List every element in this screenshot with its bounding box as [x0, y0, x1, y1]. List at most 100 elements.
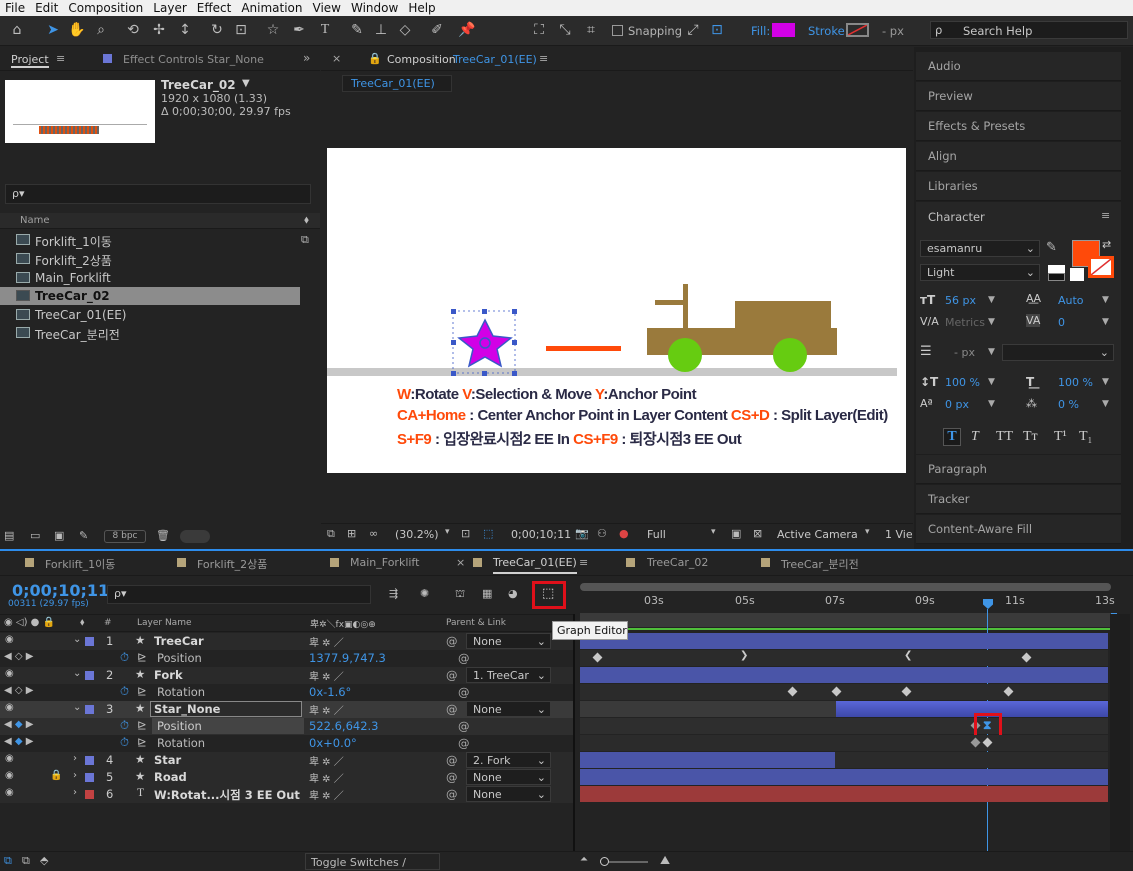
- faux-bold-button[interactable]: T: [943, 428, 961, 446]
- stopwatch-icon[interactable]: ⏱: [120, 718, 129, 733]
- libraries-panel[interactable]: Libraries: [916, 172, 1121, 201]
- keyframe[interactable]: [970, 737, 981, 748]
- interpret-footage-icon[interactable]: ▤: [4, 529, 14, 542]
- layer-label-color[interactable]: [85, 705, 94, 714]
- property-value[interactable]: 0x+0.0°: [309, 736, 357, 750]
- more-panels-icon[interactable]: »: [303, 51, 310, 65]
- project-item[interactable]: Forklift_1이동: [0, 231, 300, 249]
- menu-view[interactable]: View: [308, 1, 346, 15]
- baseline-shift-value[interactable]: 0 px: [945, 398, 969, 411]
- keyframe[interactable]: [592, 652, 603, 663]
- draft-3d-icon[interactable]: ✺: [420, 587, 429, 600]
- expand-chevron-icon[interactable]: ⌄: [73, 702, 81, 713]
- region-icon[interactable]: ⬚: [483, 527, 493, 540]
- snapshot-icon[interactable]: 📷: [575, 527, 589, 540]
- zoom-slider-handle[interactable]: [600, 857, 609, 866]
- keyframe-navigator[interactable]: ◀ ◇ ▶: [4, 685, 33, 696]
- stroke-swatch[interactable]: [846, 23, 869, 37]
- menu-effect[interactable]: Effect: [192, 1, 237, 15]
- property-value[interactable]: 522.6,642.3: [309, 719, 379, 733]
- lock-icon[interactable]: 🔒: [50, 770, 62, 781]
- chevron-down-icon[interactable]: ▼: [988, 377, 995, 387]
- menu-composition[interactable]: Composition: [63, 1, 148, 15]
- eyedropper-icon[interactable]: ✎: [1046, 240, 1057, 255]
- keyframe-ease-in[interactable]: ❯: [740, 650, 748, 661]
- keyframe-navigator[interactable]: ◀ ◇ ▶: [4, 651, 33, 662]
- trash-icon[interactable]: 🗑: [156, 529, 170, 542]
- composition-tab-label[interactable]: Composition: [387, 53, 456, 66]
- pen-tool-icon[interactable]: ✒: [290, 21, 308, 39]
- timeline-tab[interactable]: TreeCar_분리전: [781, 556, 859, 572]
- zoom-slider[interactable]: [600, 857, 648, 866]
- layer-bar[interactable]: [580, 633, 1108, 649]
- chevron-down-icon[interactable]: ▼: [988, 399, 995, 409]
- parent-link-header[interactable]: Parent & Link: [446, 618, 506, 628]
- preview-icon[interactable]: ⧉: [327, 527, 335, 541]
- eraser-tool-icon[interactable]: ◇: [396, 21, 414, 39]
- tsume-value[interactable]: 0 %: [1058, 398, 1079, 411]
- layer-name[interactable]: TreeCar: [154, 634, 204, 648]
- property-row[interactable]: ◀ ◆ ▶ ⏱ ⊵ Rotation 0x+0.0° @: [0, 735, 573, 752]
- expand-chevron-icon[interactable]: ›: [73, 753, 77, 764]
- parent-pickwhip-icon[interactable]: @: [446, 787, 458, 801]
- layer-switches[interactable]: 卑 ✲ ／: [309, 770, 344, 785]
- layer-bar[interactable]: [580, 769, 1108, 785]
- parent-pickwhip-icon[interactable]: @: [446, 702, 458, 716]
- menu-animation[interactable]: Animation: [236, 1, 307, 15]
- expand-chevron-icon[interactable]: ›: [73, 770, 77, 781]
- parent-dropdown[interactable]: None ⌄: [466, 701, 551, 717]
- timeline-tab[interactable]: Forklift_2상품: [197, 556, 267, 572]
- default-colors-white[interactable]: [1048, 265, 1065, 273]
- snapping-checkbox[interactable]: [612, 25, 623, 36]
- chevron-down-icon[interactable]: ▼: [988, 295, 995, 305]
- stopwatch-icon[interactable]: ⏱: [120, 650, 129, 665]
- timeline-tab[interactable]: Forklift_1이동: [45, 556, 115, 572]
- star-shape-tool-icon[interactable]: ☆: [264, 21, 282, 39]
- anchor-tool-icon[interactable]: ⊡: [232, 21, 250, 39]
- layer-bar[interactable]: [580, 667, 1108, 683]
- new-folder-icon[interactable]: ▭: [30, 529, 40, 542]
- parent-dropdown[interactable]: None ⌄: [466, 769, 551, 785]
- timeline-tab[interactable]: TreeCar_02: [647, 556, 708, 569]
- layer-name[interactable]: Road: [154, 770, 187, 784]
- default-colors-black[interactable]: [1048, 273, 1065, 281]
- menu-edit[interactable]: Edit: [30, 1, 63, 15]
- visibility-icon[interactable]: ◉: [5, 787, 14, 798]
- tracker-panel[interactable]: Tracker: [916, 485, 1121, 514]
- project-search-input[interactable]: ρ▾: [5, 184, 311, 204]
- tab-effect-controls[interactable]: Effect Controls Star_None: [123, 53, 264, 66]
- stroke-color-swatch[interactable]: [1088, 256, 1114, 278]
- frame-blending-icon[interactable]: ▦: [482, 587, 492, 600]
- keyframe-navigator[interactable]: ◀ ◆ ▶: [4, 719, 33, 730]
- selected-keyframe-icon[interactable]: ⧗: [983, 718, 991, 733]
- graph-icon[interactable]: ⊵: [137, 650, 147, 664]
- timeline-tab-active[interactable]: TreeCar_01(EE): [493, 556, 577, 574]
- lock-icon[interactable]: 🔒: [368, 52, 382, 65]
- keyframe[interactable]: [787, 686, 798, 697]
- align-panel[interactable]: Align: [916, 142, 1121, 171]
- layer-bar[interactable]: [580, 786, 1108, 802]
- comp-timecode[interactable]: 0;00;10;11: [511, 528, 571, 541]
- swap-colors-icon[interactable]: ⇄: [1102, 238, 1111, 251]
- hand-tool-icon[interactable]: ✋: [68, 21, 86, 39]
- keyframe-navigator[interactable]: ◀ ◆ ▶: [4, 736, 33, 747]
- zoom-in-icon[interactable]: ⛰: [660, 853, 670, 868]
- project-item[interactable]: TreeCar_01(EE): [0, 306, 300, 324]
- parent-dropdown[interactable]: 2. Fork ⌄: [466, 752, 551, 768]
- shy-layers-icon[interactable]: ⛫: [455, 587, 465, 602]
- subscript-button[interactable]: T₁: [1079, 429, 1092, 445]
- zoom-out-icon[interactable]: ⏶: [580, 854, 588, 865]
- close-tab-icon[interactable]: ×: [456, 556, 465, 569]
- resolution-dropdown[interactable]: Full: [647, 528, 666, 541]
- visibility-icon[interactable]: ◉: [5, 668, 14, 679]
- dolly-tool-icon[interactable]: ↕: [176, 21, 194, 39]
- project-item[interactable]: Forklift_2상품: [0, 250, 300, 268]
- layer-row[interactable]: ◉ ⌄ 2 ★ Fork 卑 ✲ ／ @ 1. TreeCar ⌄: [0, 667, 573, 684]
- composition-tab-comp[interactable]: TreeCar_01(EE): [453, 53, 537, 66]
- fill-swatch[interactable]: [772, 23, 795, 37]
- layer-row-selected[interactable]: ◉ ⌄ 3 ★ Star_None 卑 ✲ ／ @ None ⌄: [0, 701, 573, 718]
- superscript-button[interactable]: T¹: [1054, 429, 1067, 445]
- expression-pickwhip-icon[interactable]: @: [458, 651, 470, 665]
- current-timecode[interactable]: 0;00;10;11: [12, 581, 109, 600]
- property-row[interactable]: ◀ ◇ ▶ ⏱ ⊵ Position 1377.9,747.3 @: [0, 650, 573, 667]
